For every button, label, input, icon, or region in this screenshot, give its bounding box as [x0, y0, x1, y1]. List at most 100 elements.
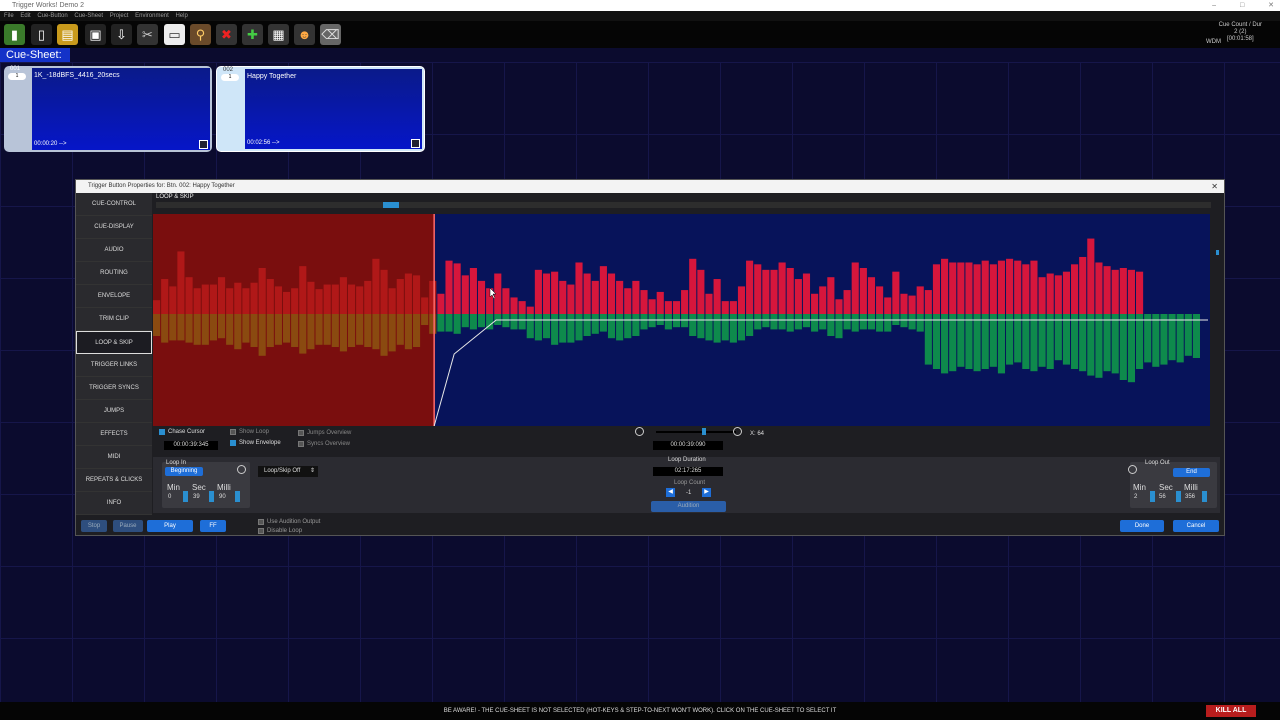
sidebar-item-midi[interactable]: MIDI	[76, 446, 152, 469]
cue-settings-icon[interactable]	[411, 139, 420, 148]
waveform-bar-bottom	[1079, 314, 1087, 372]
cue-body	[32, 68, 210, 150]
waveform-svg[interactable]	[153, 214, 1210, 426]
loop-count-value[interactable]: -1	[686, 490, 691, 496]
menu-cue-sheet[interactable]: Cue-Sheet	[74, 13, 103, 19]
waveform-bar-bottom	[924, 314, 932, 365]
paste-icon[interactable]: ▭	[164, 24, 185, 45]
sidebar-item-trigger-links[interactable]: TRIGGER LINKS	[76, 354, 152, 377]
add-users-icon[interactable]: ☻	[294, 24, 315, 45]
waveform-bar-bottom	[551, 314, 559, 345]
waveform-bar-bottom	[258, 314, 266, 356]
play-button[interactable]: Play	[147, 520, 193, 532]
loop-in-min-stepper[interactable]	[183, 491, 188, 502]
stamp-icon[interactable]: ⚲	[190, 24, 211, 45]
sidebar-item-routing[interactable]: ROUTING	[76, 262, 152, 285]
maximize-button[interactable]: □	[1240, 2, 1244, 9]
jumps-overview-checkbox[interactable]: Jumps Overview	[298, 430, 351, 436]
cue-settings-icon[interactable]	[199, 140, 208, 149]
sidebar-item-repeats-clicks[interactable]: REPEATS & CLICKS	[76, 469, 152, 492]
menu-environment[interactable]: Environment	[135, 13, 169, 19]
vertical-scroll-thumb[interactable]	[1216, 250, 1219, 255]
waveform-bar-bottom	[339, 314, 347, 352]
loop-out-set-icon[interactable]	[1128, 465, 1137, 474]
waveform-bar-top	[616, 280, 624, 314]
sidebar-item-envelope[interactable]: ENVELOPE	[76, 285, 152, 308]
done-button[interactable]: Done	[1120, 520, 1164, 532]
menu-file[interactable]: File	[4, 13, 14, 19]
menu-help[interactable]: Help	[175, 13, 187, 19]
fast-forward-button[interactable]: FF	[200, 520, 226, 532]
menu-project[interactable]: Project	[110, 13, 129, 19]
sidebar-item-loop-skip[interactable]: LOOP & SKIP	[76, 331, 152, 354]
waveform-bar-top	[1079, 256, 1087, 314]
waveform-scrollbar[interactable]	[156, 202, 1211, 208]
minimize-button[interactable]: –	[1212, 2, 1216, 9]
chase-cursor-checkbox[interactable]: Chase Cursor	[159, 429, 205, 435]
pause-button[interactable]: Pause	[113, 520, 143, 532]
loop-out-sec-stepper[interactable]	[1176, 491, 1181, 502]
loop-in-milli-value[interactable]: 90	[219, 494, 226, 500]
syncs-overview-checkbox[interactable]: Syncs Overview	[298, 441, 350, 447]
export-icon[interactable]: ⇩	[111, 24, 132, 45]
waveform-display[interactable]	[153, 214, 1210, 426]
dialog-close-icon[interactable]: ✕	[1211, 180, 1218, 193]
notepad-icon[interactable]: ▤	[57, 24, 78, 45]
sidebar-item-trigger-syncs[interactable]: TRIGGER SYNCS	[76, 377, 152, 400]
loop-in-sec-value[interactable]: 39	[193, 494, 200, 500]
window-title: Trigger Works! Demo 2	[12, 2, 84, 9]
loop-out-min-value[interactable]: 2	[1134, 494, 1137, 500]
cue-button-001[interactable]: 001 1 1K_-18dBFS_4416_20secs 00:00:20 --…	[4, 66, 212, 152]
waveform-bar-top	[729, 301, 737, 314]
loop-out-sec-value[interactable]: 56	[1159, 494, 1166, 500]
sidebar-item-effects[interactable]: EFFECTS	[76, 423, 152, 446]
close-window-button[interactable]: ✕	[1268, 2, 1274, 9]
loop-in-milli-stepper[interactable]	[235, 491, 240, 502]
sidebar-item-cue-display[interactable]: CUE-DISPLAY	[76, 216, 152, 239]
save-icon[interactable]: ▣	[85, 24, 106, 45]
loop-out-end-button[interactable]: End	[1173, 468, 1210, 477]
clapper-icon[interactable]: ▦	[268, 24, 289, 45]
disable-loop-checkbox[interactable]: Disable Loop	[258, 528, 302, 534]
sidebar-item-cue-control[interactable]: CUE-CONTROL	[76, 193, 152, 216]
loop-mode-select[interactable]: Loop/Skip Off ⇕	[258, 466, 318, 477]
loop-count-increase-icon[interactable]: ▶	[702, 488, 711, 497]
loop-out-milli-stepper[interactable]	[1202, 491, 1207, 502]
menu-edit[interactable]: Edit	[20, 13, 30, 19]
zoom-in-icon[interactable]	[733, 427, 742, 436]
sidebar-item-info[interactable]: INFO	[76, 492, 152, 515]
loop-out-min-stepper[interactable]	[1150, 491, 1155, 502]
sidebar-item-audio[interactable]: AUDIO	[76, 239, 152, 262]
menu-cue-button[interactable]: Cue-Button	[37, 13, 67, 19]
cuesheet-tab[interactable]: Cue-Sheet: 1	[0, 48, 70, 75]
waveform-bar-top	[981, 260, 989, 314]
audition-button[interactable]: Audition	[651, 501, 726, 512]
sidebar-item-trim-clip[interactable]: TRIM CLIP	[76, 308, 152, 331]
section-title: LOOP & SKIP	[156, 194, 194, 200]
loop-out-milli-value[interactable]: 356	[1185, 494, 1195, 500]
stop-button[interactable]: Stop	[81, 520, 107, 532]
scrollbar-thumb[interactable]	[383, 202, 399, 208]
loop-in-beginning-button[interactable]: Beginning	[165, 467, 203, 476]
loop-count-decrease-icon[interactable]: ◀	[666, 488, 675, 497]
loop-in-sec-stepper[interactable]	[209, 491, 214, 502]
add-film-icon[interactable]: ✚	[242, 24, 263, 45]
book-icon[interactable]: ▮	[4, 24, 25, 45]
delete-icon[interactable]: ✖	[216, 24, 237, 45]
show-loop-checkbox[interactable]: Show Loop	[230, 429, 269, 435]
trash-icon[interactable]: ⌫	[320, 24, 341, 45]
loop-in-min-value[interactable]: 0	[168, 494, 171, 500]
scissors-icon[interactable]: ✂	[137, 24, 158, 45]
kill-all-button[interactable]: KILL ALL	[1206, 705, 1256, 717]
show-envelope-checkbox[interactable]: Show Envelope	[230, 440, 281, 446]
sidebar-item-jumps[interactable]: JUMPS	[76, 400, 152, 423]
cancel-button[interactable]: Cancel	[1173, 520, 1219, 532]
zoom-out-icon[interactable]	[635, 427, 644, 436]
zoom-slider[interactable]	[656, 431, 736, 433]
waveform-bar-top	[542, 273, 551, 314]
zoom-slider-thumb[interactable]	[702, 428, 706, 435]
new-page-icon[interactable]: ▯	[31, 24, 52, 45]
use-audition-output-checkbox[interactable]: Use Audition Output	[258, 519, 320, 525]
loop-in-set-icon[interactable]	[237, 465, 246, 474]
cue-button-002[interactable]: 002 1 Happy Together 00:02:56 -->	[216, 66, 425, 152]
